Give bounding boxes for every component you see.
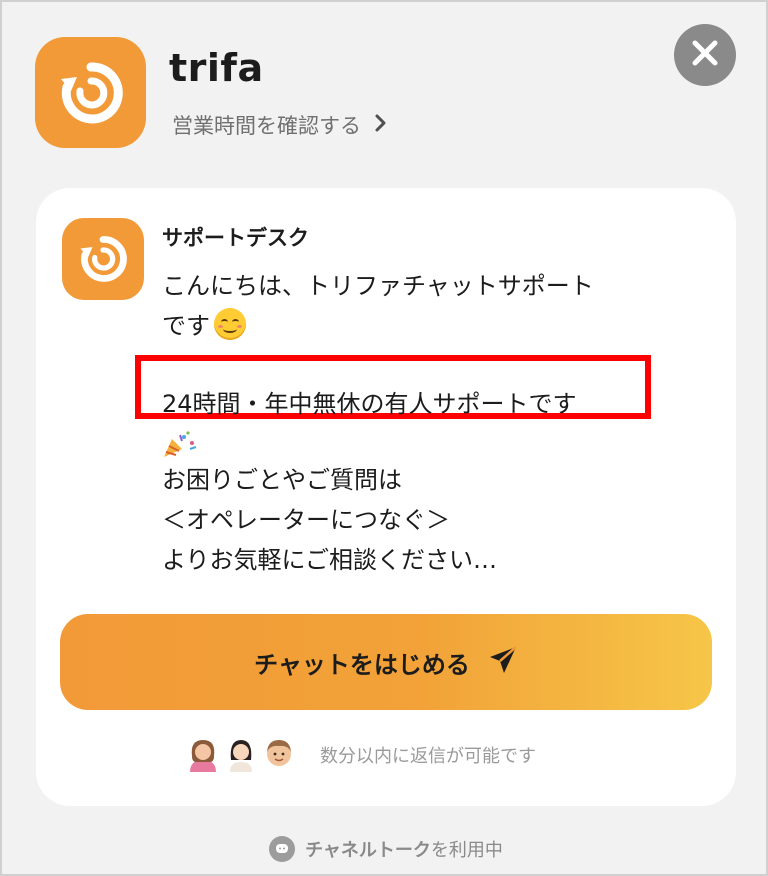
channel-talk-brand: チャネルトーク [305,840,431,861]
reply-time-row: 数分以内に返信が可能です [186,735,536,775]
message-line-2: です [162,306,246,341]
member-avatars [186,736,296,774]
chat-widget: trifa 営業時間を確認する サポートデスク こんにちは、トリファチャットサポ… [0,0,768,876]
powered-by-suffix: を利用中 [430,840,503,861]
agent-name: サポートデスク [162,226,309,250]
close-icon [692,40,718,70]
chevron-right-icon [375,113,387,138]
send-icon [488,645,518,679]
reply-time-text: 数分以内に返信が可能です [320,746,536,767]
trifa-logo-icon [80,236,127,282]
close-button[interactable] [674,24,736,86]
welcome-card: サポートデスク こんにちは、トリファチャットサポート です 24時間・年中無休の… [36,188,736,806]
message-line-3: 24時間・年中無休の有人サポートです [162,390,577,418]
powered-by-footer[interactable]: チャネルトークを利用中 [2,836,768,862]
agent-avatar [62,218,144,300]
channel-talk-icon [269,836,296,862]
member-avatar-1 [186,736,220,774]
start-chat-button[interactable]: チャットをはじめる [60,614,712,710]
message-line-6: ＜オペレーターにつなぐ＞ [162,506,450,534]
brand-name: trifa [169,46,264,90]
message-line-7: よりお気軽にご相談ください… [162,546,498,574]
smiling-face-icon [214,308,246,340]
party-popper-icon [162,431,202,463]
start-chat-label: チャットをはじめる [254,650,470,679]
message-line-5: お困りごとやご質問は [162,466,402,494]
member-avatar-3 [262,736,296,774]
trifa-logo-icon [35,37,146,148]
member-avatar-2 [224,736,258,774]
business-hours-label: 営業時間を確認する [172,114,361,138]
message-line-1: こんにちは、トリファチャットサポート [162,272,594,300]
message-line-2-text: です [162,312,210,340]
business-hours-link[interactable]: 営業時間を確認する [172,110,387,140]
